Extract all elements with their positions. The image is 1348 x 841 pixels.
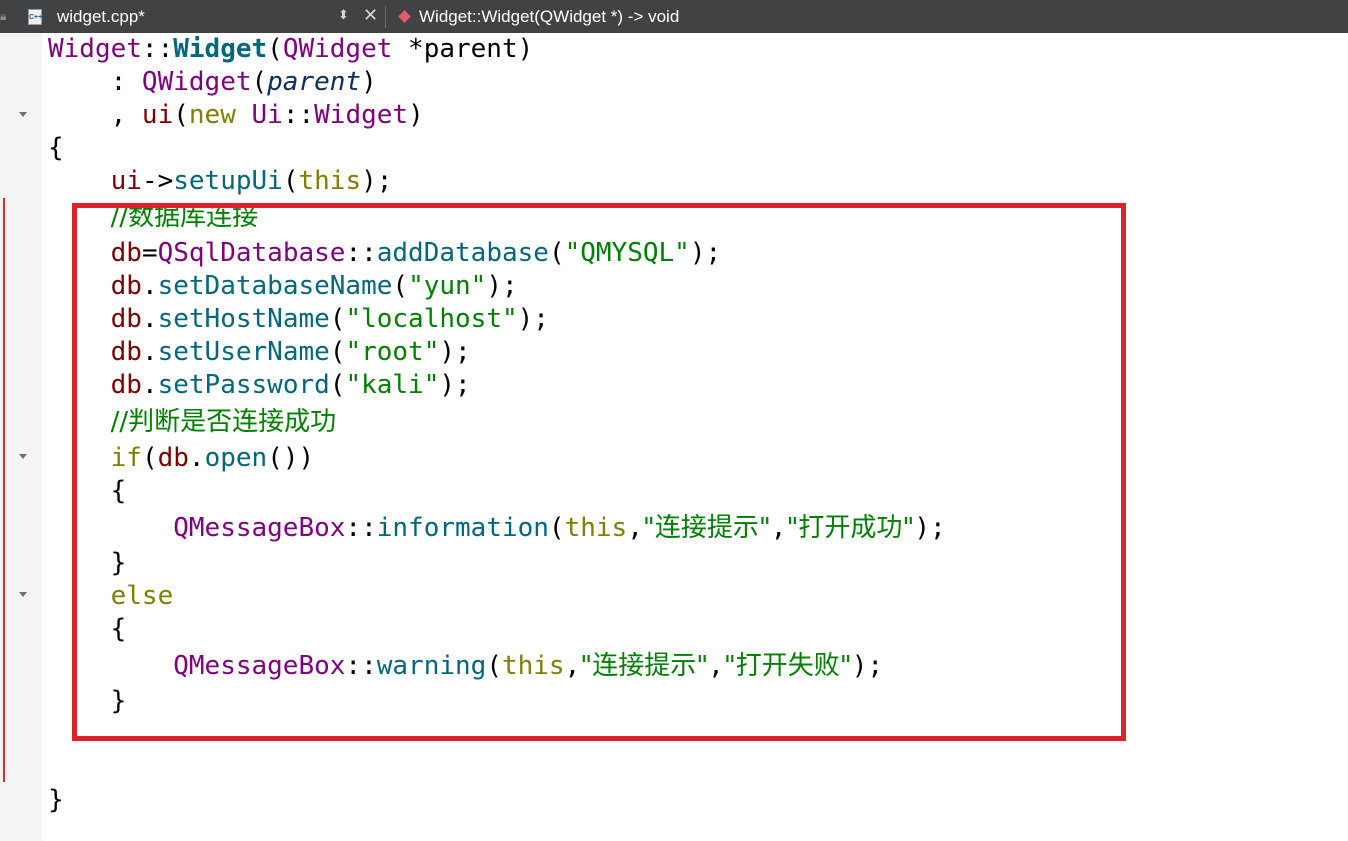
change-marker-bar bbox=[3, 198, 5, 782]
fold-arrow-icon[interactable] bbox=[19, 112, 27, 117]
fold-arrow-icon[interactable] bbox=[19, 592, 27, 597]
code-line-4: { bbox=[48, 133, 64, 163]
toolbar-separator bbox=[385, 6, 386, 28]
symbol-selector[interactable]: Widget::Widget(QWidget *) -> void bbox=[419, 7, 679, 27]
editor-gutter[interactable] bbox=[0, 33, 42, 841]
code-line-1: Widget::Widget(QWidget *parent) bbox=[48, 34, 534, 64]
editor-toolbar: 🔒︎ C++ widget.cpp* ⬍ ✕ Widget::Widget(QW… bbox=[0, 0, 1348, 33]
highlight-box bbox=[72, 203, 1126, 741]
file-name-selector[interactable]: widget.cpp* bbox=[57, 7, 145, 27]
lock-icon[interactable]: 🔒︎ bbox=[0, 9, 12, 23]
cpp-file-icon: C++ bbox=[28, 9, 42, 25]
fold-arrow-icon[interactable] bbox=[19, 454, 27, 459]
close-icon[interactable]: ✕ bbox=[363, 5, 378, 26]
code-line-2: : QWidget(parent) bbox=[48, 67, 377, 97]
code-line-3: , ui(new Ui::Widget) bbox=[48, 100, 424, 130]
code-line-5: ui->setupUi(this); bbox=[110, 166, 393, 196]
function-symbol-icon bbox=[398, 10, 411, 23]
updown-arrows-icon[interactable]: ⬍ bbox=[338, 7, 349, 23]
code-line-22: } bbox=[48, 785, 64, 815]
